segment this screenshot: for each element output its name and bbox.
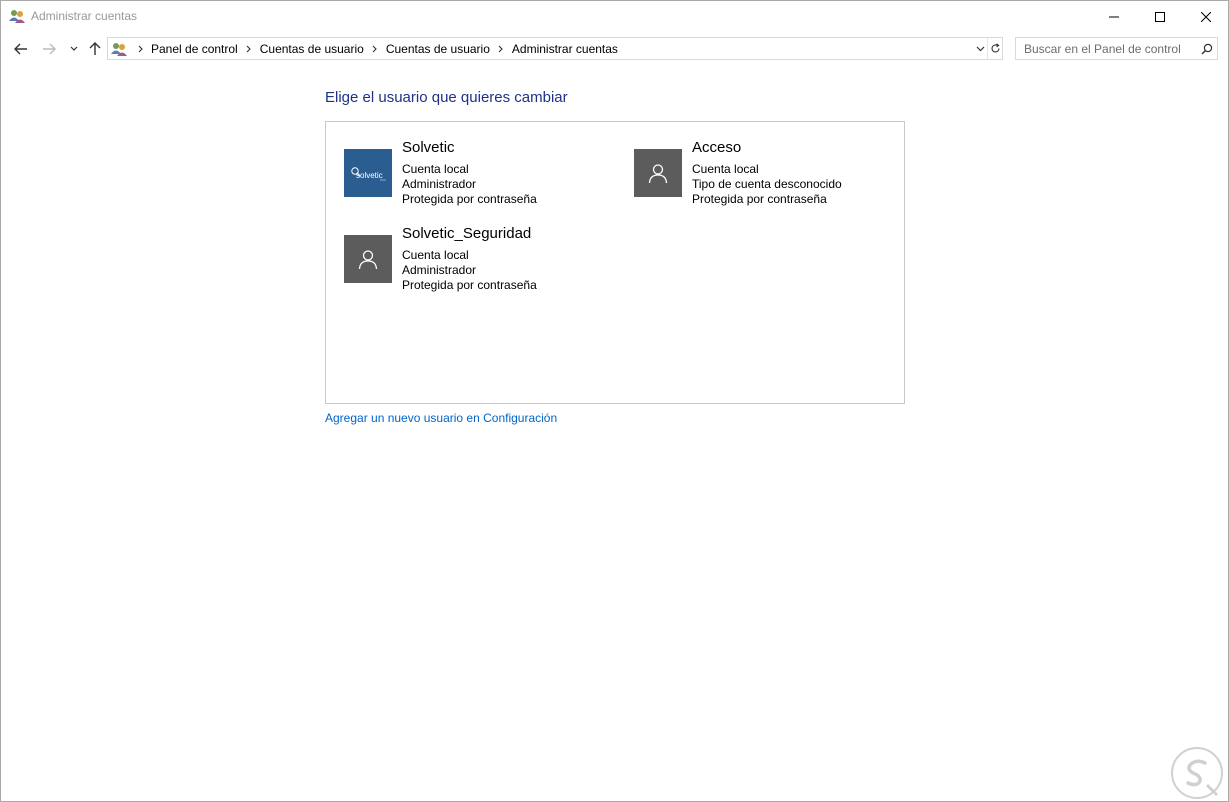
account-role: Administrador — [402, 177, 477, 191]
up-button[interactable] — [85, 39, 105, 59]
solvetic-logo-text: solvetic — [356, 171, 383, 180]
user-icon — [344, 235, 392, 283]
window-title: Administrar cuentas — [31, 9, 138, 23]
window: Administrar cuentas Panel de control Cue… — [0, 0, 1229, 802]
arrow-right-icon — [43, 43, 56, 55]
minimize-button[interactable] — [1091, 1, 1137, 32]
breadcrumb-item[interactable]: Administrar cuentas — [509, 42, 621, 56]
breadcrumb-item[interactable]: Cuentas de usuario — [257, 42, 367, 56]
solvetic-logo-avatar: solvetic — [344, 149, 392, 197]
accounts-list: solvetic Solvetic Cuenta local Administr… — [325, 121, 905, 404]
account-protection: Protegida por contraseña — [402, 192, 537, 206]
add-new-user-link[interactable]: Agregar un nuevo usuario en Configuració… — [325, 411, 557, 425]
address-dropdown-button[interactable] — [972, 38, 988, 59]
chevron-right-icon[interactable] — [241, 45, 257, 53]
close-icon — [1201, 11, 1211, 22]
address-bar[interactable]: Panel de control Cuentas de usuario Cuen… — [107, 37, 1003, 60]
account-role: Administrador — [402, 263, 477, 277]
account-type: Cuenta local — [402, 162, 469, 176]
chevron-right-icon[interactable] — [132, 45, 148, 53]
account-protection: Protegida por contraseña — [402, 278, 537, 292]
search-input[interactable] — [1016, 38, 1196, 59]
page-title: Elige el usuario que quieres cambiar — [325, 89, 568, 106]
account-tile-acceso[interactable]: Acceso Cuenta local Tipo de cuenta desco… — [634, 139, 894, 209]
account-protection: Protegida por contraseña — [692, 192, 827, 206]
account-tile-solvetic[interactable]: solvetic Solvetic Cuenta local Administr… — [344, 139, 604, 209]
chevron-down-icon — [976, 46, 984, 51]
arrow-left-icon — [14, 43, 27, 55]
account-name: Solvetic_Seguridad — [402, 225, 532, 242]
chevron-down-icon — [70, 46, 78, 51]
close-button[interactable] — [1183, 1, 1229, 32]
chevron-right-icon[interactable] — [493, 45, 509, 53]
users-icon — [111, 41, 127, 57]
account-name: Solvetic — [402, 139, 455, 156]
account-type: Cuenta local — [692, 162, 759, 176]
maximize-button[interactable] — [1137, 1, 1183, 32]
forward-button[interactable] — [39, 39, 59, 59]
user-icon — [634, 149, 682, 197]
navigation-bar: Panel de control Cuentas de usuario Cuen… — [1, 36, 1228, 62]
account-tile-solvetic-seguridad[interactable]: Solvetic_Seguridad Cuenta local Administ… — [344, 225, 604, 295]
arrow-up-icon — [89, 42, 101, 55]
minimize-icon — [1109, 16, 1119, 17]
account-name: Acceso — [692, 139, 742, 156]
chevron-right-icon[interactable] — [367, 45, 383, 53]
solvetic-watermark-logo — [1169, 745, 1225, 801]
users-icon — [9, 8, 25, 24]
breadcrumb: Panel de control Cuentas de usuario Cuen… — [132, 38, 621, 59]
title-bar: Administrar cuentas — [1, 1, 1228, 32]
breadcrumb-item[interactable]: Panel de control — [148, 42, 241, 56]
refresh-icon — [991, 43, 1000, 53]
recent-locations-button[interactable] — [67, 39, 81, 59]
breadcrumb-item[interactable]: Cuentas de usuario — [383, 42, 493, 56]
back-button[interactable] — [11, 39, 31, 59]
maximize-icon — [1155, 11, 1165, 22]
search-icon[interactable] — [1196, 38, 1218, 59]
refresh-button[interactable] — [987, 38, 1003, 59]
search-box — [1015, 37, 1218, 60]
account-role: Tipo de cuenta desconocido — [692, 177, 842, 191]
account-type: Cuenta local — [402, 248, 469, 262]
